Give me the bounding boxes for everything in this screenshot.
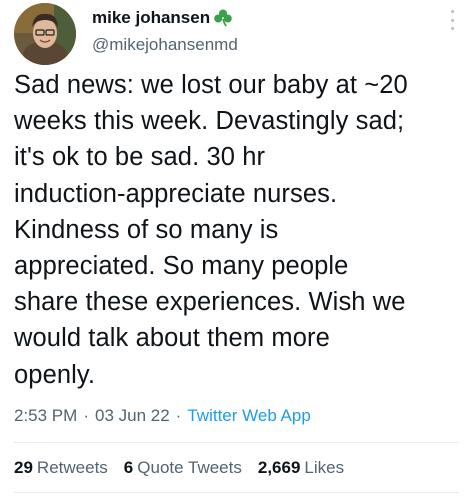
- meta-separator: ·: [175, 406, 182, 425]
- author-handle[interactable]: @mikejohansenmd: [92, 35, 238, 55]
- tweet-time[interactable]: 2:53 PM: [14, 406, 77, 426]
- retweets-count: 29: [14, 458, 33, 477]
- divider: [14, 492, 459, 493]
- author-name[interactable]: mike johansen: [92, 8, 210, 28]
- more-options-icon[interactable]: [448, 10, 456, 30]
- tweet-text: Sad news: we lost our baby at ~20 weeks …: [14, 71, 408, 389]
- shamrock-icon: [213, 8, 233, 28]
- avatar[interactable]: [14, 3, 76, 65]
- likes-stat[interactable]: 2,669 Likes: [258, 458, 344, 478]
- author-name-row: mike johansen: [92, 8, 233, 28]
- retweets-label: Retweets: [36, 458, 108, 477]
- quote-tweets-count: 6: [123, 458, 134, 477]
- likes-label: Likes: [304, 458, 345, 477]
- tweet-meta: 2:53 PM · 03 Jun 22 · Twitter Web App: [14, 406, 311, 426]
- meta-separator: ·: [83, 406, 89, 425]
- quote-tweets-stat[interactable]: 6 Quote Tweets: [124, 458, 242, 478]
- quote-tweets-label: Quote Tweets: [137, 458, 242, 477]
- tweet-source-link[interactable]: Twitter Web App: [187, 406, 310, 426]
- retweets-stat[interactable]: 29 Retweets: [14, 458, 108, 478]
- divider: [14, 442, 459, 443]
- tweet-date[interactable]: 03 Jun 22: [95, 406, 170, 426]
- likes-count: 2,669: [257, 458, 301, 477]
- tweet-stats: 29 Retweets 6 Quote Tweets 2,669 Likes: [14, 458, 360, 478]
